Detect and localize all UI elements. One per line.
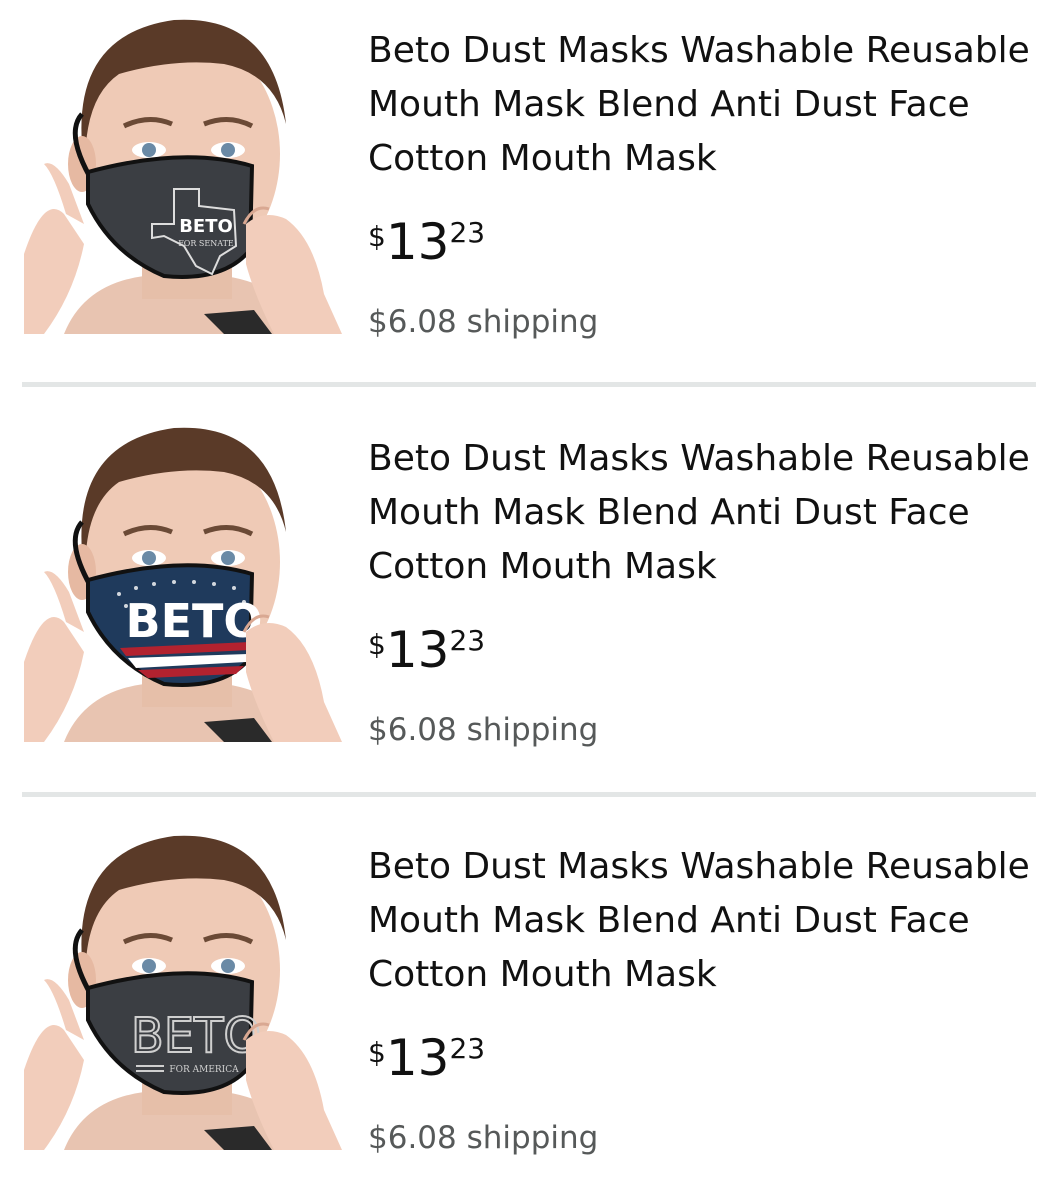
product-price: $1323 <box>368 620 485 690</box>
price-fraction: 23 <box>449 1032 486 1065</box>
product-price: $1323 <box>368 1028 485 1098</box>
price-currency-symbol: $ <box>368 628 386 661</box>
search-result-item[interactable]: BETO Beto Dust Masks Washable Reusable M… <box>0 422 1057 762</box>
svg-text:FOR AMERICA: FOR AMERICA <box>169 1065 239 1075</box>
search-result-item[interactable]: BETO FOR SENATE Beto Dust Masks Washable… <box>0 14 1057 354</box>
divider <box>22 382 1036 387</box>
price-whole: 13 <box>385 213 450 271</box>
search-result-item[interactable]: BETO FOR AMERICA Beto Dust Masks Washabl… <box>0 830 1057 1170</box>
price-fraction: 23 <box>449 624 486 657</box>
model-with-mask-image: BETO FOR SENATE <box>24 14 342 334</box>
svg-text:BETO: BETO <box>126 594 263 648</box>
price-fraction: 23 <box>449 216 486 249</box>
product-image[interactable]: BETO <box>24 422 342 742</box>
price-whole: 13 <box>385 621 450 679</box>
model-with-mask-image: BETO FOR AMERICA <box>24 830 342 1150</box>
svg-text:FOR SENATE: FOR SENATE <box>178 239 234 248</box>
product-image[interactable]: BETO FOR SENATE <box>24 14 342 334</box>
product-title[interactable]: Beto Dust Masks Washable Reusable Mouth … <box>368 432 1048 594</box>
shipping-cost: $6.08 shipping <box>368 304 599 340</box>
price-whole: 13 <box>385 1029 450 1087</box>
product-title[interactable]: Beto Dust Masks Washable Reusable Mouth … <box>368 840 1048 1002</box>
svg-text:BETO: BETO <box>179 216 233 237</box>
price-currency-symbol: $ <box>368 220 386 253</box>
divider <box>22 792 1036 797</box>
shipping-cost: $6.08 shipping <box>368 1120 599 1156</box>
model-with-mask-image: BETO <box>24 422 342 742</box>
shipping-cost: $6.08 shipping <box>368 712 599 748</box>
product-title[interactable]: Beto Dust Masks Washable Reusable Mouth … <box>368 24 1048 186</box>
product-image[interactable]: BETO FOR AMERICA <box>24 830 342 1150</box>
price-currency-symbol: $ <box>368 1036 386 1069</box>
svg-text:BETO: BETO <box>131 1008 261 1064</box>
product-price: $1323 <box>368 212 485 282</box>
